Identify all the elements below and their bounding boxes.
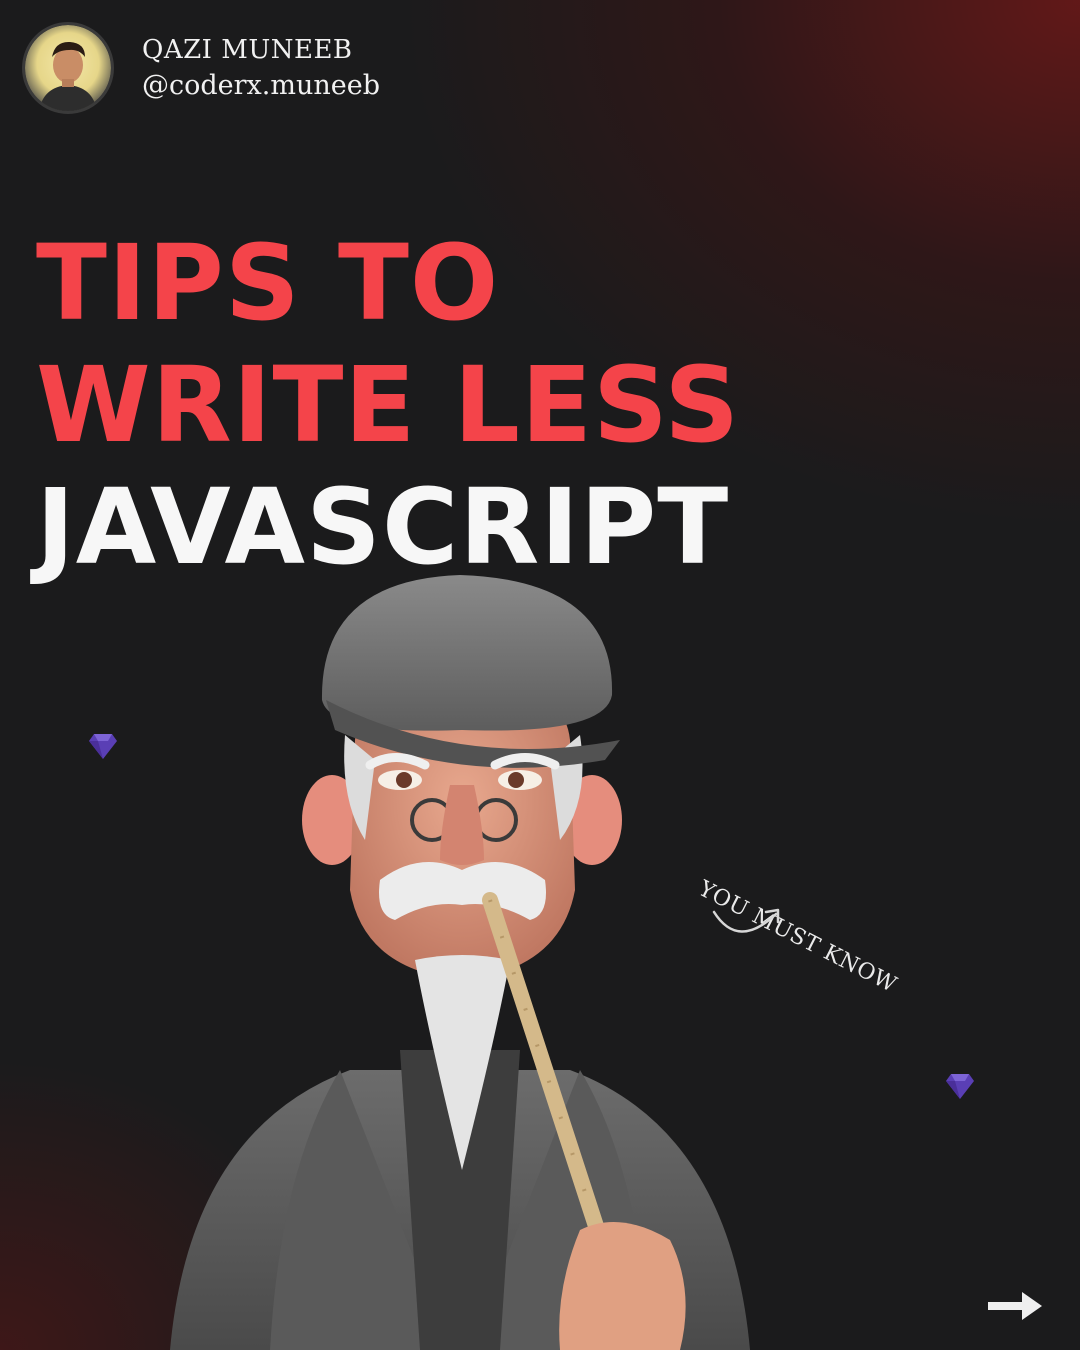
profile-header: QAZI MUNEEB @coderx.muneeb — [22, 22, 380, 114]
avatar — [22, 22, 114, 114]
profile-name: QAZI MUNEEB — [142, 35, 353, 65]
headline: TIPS TO WRITE LESS JAVASCRIPT — [36, 222, 740, 588]
profile-handle: @coderx.muneeb — [142, 70, 380, 101]
old-man-illustration — [170, 575, 750, 1350]
headline-line-1: TIPS TO — [36, 222, 500, 344]
gem-icon — [946, 1074, 974, 1099]
headline-line-2: WRITE LESS — [36, 344, 741, 466]
curved-arrow-icon — [712, 908, 780, 933]
arrow-right-icon[interactable] — [986, 1290, 1044, 1322]
gem-icon — [89, 734, 117, 759]
